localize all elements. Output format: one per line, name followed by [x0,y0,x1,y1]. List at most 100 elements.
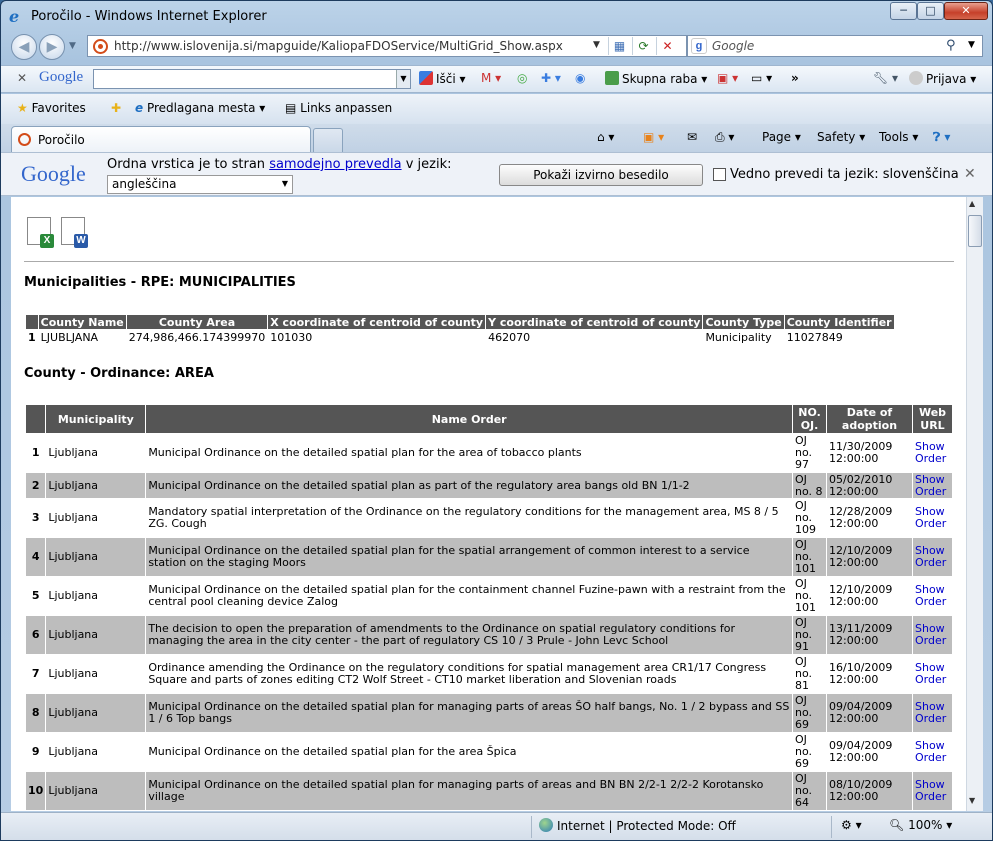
table-row: 9 Ljubljana Municipal Ordinance on the det… [24,732,953,772]
title-bar: e Poročilo - Windows Internet Explorer ─… [1,1,992,31]
toolbar-close-icon[interactable]: ✕ [17,71,27,85]
row-number: 5 [24,576,47,616]
section-title-municipalities: Municipalities - RPE: MUNICIPALITIES [24,275,296,290]
safety-menu-label: Safety [817,130,856,144]
web-url-cell: Show Order [912,732,953,772]
refresh-icon[interactable]: ⟳ [632,37,654,55]
maximize-button[interactable]: □ [917,2,944,20]
signin-label: Prijava [926,72,967,86]
address-text[interactable]: http://www.islovenija.si/mapguide/Kaliop… [114,39,563,53]
show-original-button[interactable]: Pokaži izvirno besedilo [499,164,703,186]
municipality-cell: Ljubljana [45,654,147,694]
tools-menu[interactable]: Tools ▾ [879,130,918,144]
security-zone[interactable]: Internet | Protected Mode: Off [539,818,736,833]
back-button[interactable]: ◀ [11,34,37,60]
more-chevron-icon[interactable]: » [791,71,799,85]
customize-links-label: Links anpassen [300,101,393,115]
scroll-down-icon[interactable]: ▼ [969,796,975,805]
scroll-thumb[interactable] [968,215,982,247]
show-order-link[interactable]: Show Order [915,473,950,498]
search-options-dropdown[interactable]: ▼ [968,40,975,50]
auto-translated-link[interactable]: samodejno prevedla [269,157,401,172]
adoption-date-cell: 12/10/2009 12:00:00 [826,576,913,616]
municipality-cell: Ljubljana [45,732,147,772]
suggested-sites-link[interactable]: e Predlagana mesta ▾ [135,101,265,115]
show-order-link[interactable]: Show Order [915,506,950,530]
google-search-dropdown[interactable]: ▼ [396,70,410,88]
add-favorite-icon[interactable]: ✚ [111,101,121,115]
new-tab-button[interactable] [313,128,343,152]
show-order-link[interactable]: Show Order [915,623,950,647]
table-row: 5 Ljubljana Municipal Ordinance on the det… [24,576,953,616]
page-content: X W Municipalities - RPE: MUNICIPALITIES… [11,197,966,811]
show-order-link[interactable]: Show Order [915,779,950,803]
web-url-cell: Show Order [912,654,953,694]
vertical-scrollbar[interactable]: ▲ ▼ [966,197,983,811]
stop-icon[interactable]: ✕ [656,37,678,55]
scroll-up-icon[interactable]: ▲ [969,199,975,208]
search-icon[interactable]: ⚲ [946,38,956,53]
compatibility-view-icon[interactable]: ▦ [608,37,630,55]
favorites-button[interactable]: ★ Favorites [17,101,86,115]
show-order-link[interactable]: Show Order [915,584,950,608]
mail-icon[interactable]: ✉ [687,130,697,144]
show-order-link[interactable]: Show Order [915,441,950,465]
tab-report[interactable]: Poročilo [11,126,311,152]
municipality-cell: Ljubljana [45,433,147,473]
browser-window: e Poročilo - Windows Internet Explorer ─… [0,0,993,841]
plus-icon[interactable]: ✚ ▾ [541,71,561,85]
forward-button[interactable]: ▶ [39,34,65,60]
ordinance-name-cell: Mandatory spatial interpretation of the … [145,498,793,538]
address-bar[interactable]: http://www.islovenija.si/mapguide/Kaliop… [87,35,687,57]
excel-badge: X [40,234,54,248]
translate-icon[interactable]: ◉ [575,71,585,85]
column-header: NO. OJ. [792,404,827,434]
close-translate-icon[interactable]: ✕ [964,166,976,182]
search-input[interactable]: Google [712,39,754,53]
show-order-link[interactable]: Show Order [915,701,950,725]
address-dropdown[interactable]: ▼ [593,40,600,50]
table-row: 8 Ljubljana Municipal Ordinance on the det… [24,693,953,733]
search-button[interactable]: Išči ▾ [419,71,466,86]
help-icon[interactable]: ❓︎ ▾ [933,130,950,145]
ordinance-name-cell: Municipal Ordinance on the detailed spat… [145,693,793,733]
show-order-link[interactable]: Show Order [915,740,950,764]
show-order-link[interactable]: Show Order [915,662,950,686]
google-search-input[interactable]: ▼ [93,69,411,89]
search-grid-icon [419,71,433,85]
gmail-icon[interactable]: M ▾ [481,71,501,85]
customize-links-link[interactable]: ▤ Links anpassen [285,101,392,115]
search-box[interactable]: g Google ⚲ ▼ [687,35,983,57]
adoption-date-cell: 09/04/2009 12:00:00 [826,693,913,733]
options-icon[interactable]: ▭ ▾ [751,71,772,85]
export-word-icon[interactable]: W [61,217,88,248]
municipality-cell: Ljubljana [45,472,147,499]
safety-menu[interactable]: Safety ▾ [817,130,865,144]
zoom-control[interactable]: 🔍︎ 100% ▾ [889,818,952,832]
popup-blocker-icon[interactable]: ▣ ▾ [717,71,738,85]
recent-pages-dropdown[interactable]: ▼ [69,41,76,51]
minimize-button[interactable]: ─ [890,2,917,20]
wrench-icon[interactable]: 🔧︎ ▾ [873,71,898,85]
always-translate-checkbox[interactable] [713,168,726,181]
home-icon[interactable]: ⌂ ▾ [597,130,614,144]
page-menu[interactable]: Page ▾ [762,130,801,144]
ordinance-name-cell: Municipal Ordinance on the detailed spat… [145,537,793,577]
table-cell: 101030 [267,329,487,345]
show-order-link[interactable]: Show Order [915,545,950,569]
language-select[interactable]: angleščina ▼ [107,175,293,194]
feeds-icon[interactable]: ▣ ▾ [643,130,664,144]
share-button[interactable]: Skupna raba ▾ [605,71,707,86]
close-window-button[interactable]: ✕ [944,2,988,20]
translate-message: Ordna vrstica je to stran samodejno prev… [107,157,451,172]
favorites-bar: ★ Favorites ✚ e Predlagana mesta ▾ ▤ Lin… [1,94,992,124]
print-icon[interactable]: ⎙ ▾ [715,130,734,145]
signin-button[interactable]: Prijava ▾ [909,71,976,86]
protected-mode-icon[interactable]: ⚙ ▾ [841,818,862,832]
table-header: Municipality Name Order NO. OJ. Date of ado… [24,404,953,434]
export-excel-icon[interactable]: X [27,217,54,248]
photos-icon[interactable]: ◎ [517,71,527,85]
share-icon [605,71,619,85]
zoom-icon: 🔍︎ [889,818,905,832]
zoom-level: 100% [908,818,943,832]
